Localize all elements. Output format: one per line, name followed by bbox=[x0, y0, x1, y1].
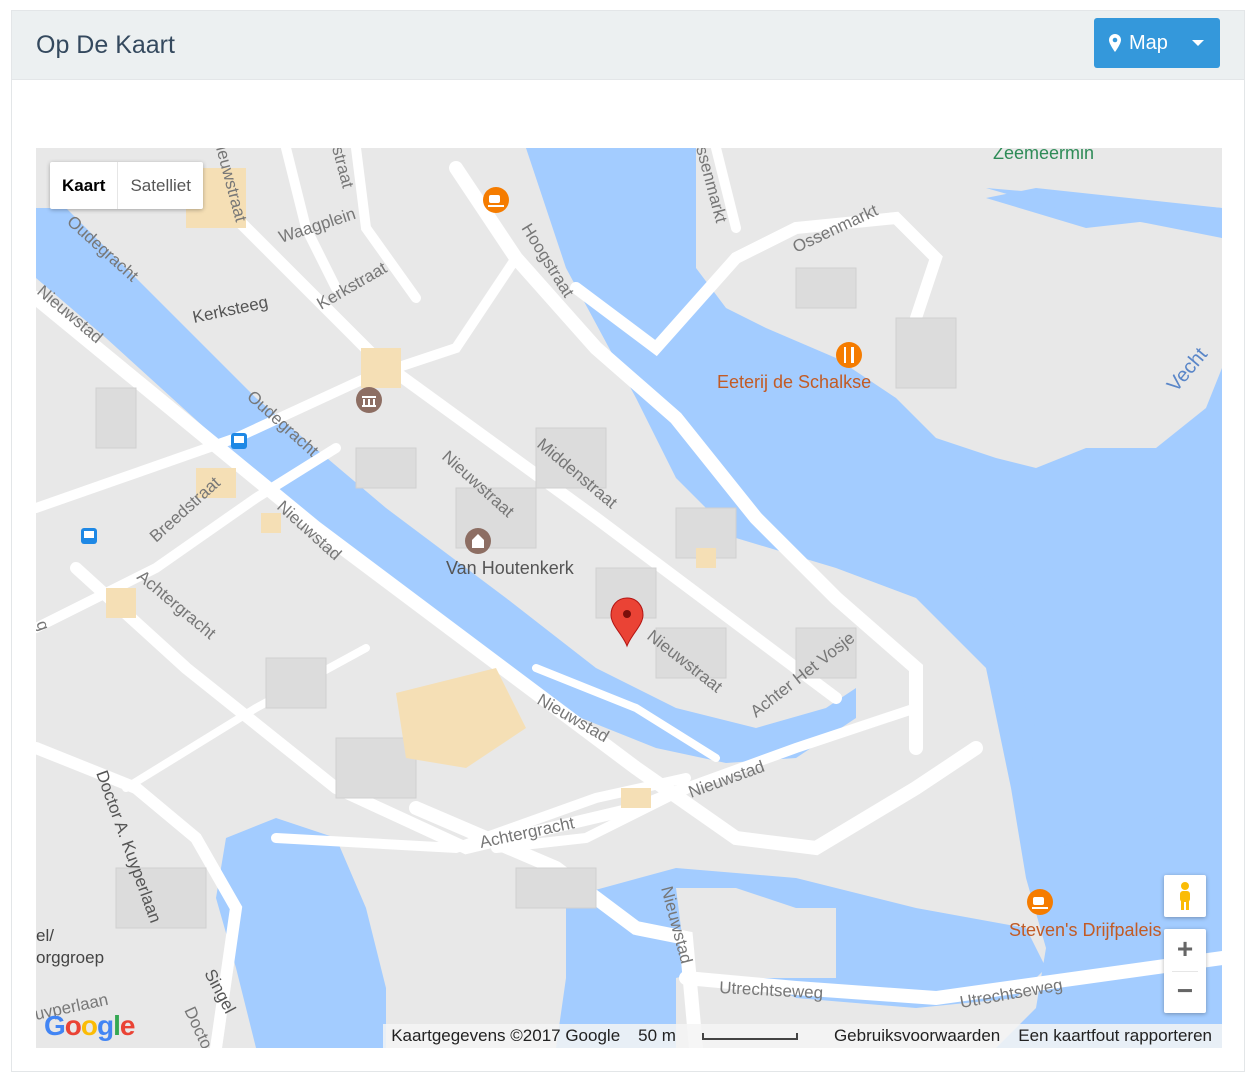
pegman-icon[interactable] bbox=[1164, 875, 1206, 917]
place-label: Eeterij de Schalkse bbox=[717, 372, 871, 392]
scale-label: 50 m bbox=[638, 1026, 676, 1045]
bus-stop-icon[interactable] bbox=[81, 528, 97, 544]
map-type-satellite-button[interactable]: Satelliet bbox=[118, 162, 202, 209]
map-dropdown-button[interactable]: Map bbox=[1094, 18, 1220, 68]
place-label: Steven's Drijfpaleis bbox=[1009, 920, 1162, 940]
coffee-icon[interactable] bbox=[483, 187, 509, 213]
google-map[interactable]: Oudegracht Oudegracht Nieuwstad Nieuwsta… bbox=[36, 148, 1222, 1048]
museum-icon[interactable] bbox=[356, 387, 382, 413]
bus-stop-icon[interactable] bbox=[231, 433, 247, 449]
zoom-control: + − bbox=[1164, 929, 1206, 1013]
map-pin-icon bbox=[1109, 33, 1123, 53]
map-canvas[interactable]: Oudegracht Oudegracht Nieuwstad Nieuwsta… bbox=[36, 148, 1222, 1048]
panel-title: Op De Kaart bbox=[36, 31, 175, 59]
google-logo[interactable]: Google bbox=[44, 1010, 135, 1042]
place-label: Van Houtenkerk bbox=[446, 558, 575, 578]
street-label: orggroep bbox=[36, 948, 104, 967]
scale-bar bbox=[701, 1032, 798, 1040]
zoom-out-button[interactable]: − bbox=[1164, 971, 1206, 1013]
coffee-icon[interactable] bbox=[1027, 889, 1053, 915]
map-button-label: Map bbox=[1129, 31, 1168, 54]
place-label: Zeemeermin bbox=[993, 148, 1094, 163]
report-error-link[interactable]: Een kaartfout rapporteren bbox=[1018, 1026, 1212, 1046]
panel-header: Op De Kaart Map bbox=[12, 11, 1244, 80]
chevron-down-icon[interactable] bbox=[1192, 40, 1204, 46]
church-icon[interactable] bbox=[465, 528, 491, 554]
map-data-attribution: Kaartgegevens ©2017 Google bbox=[391, 1026, 621, 1045]
street-label: el/ bbox=[36, 926, 54, 945]
map-type-kaart-button[interactable]: Kaart bbox=[50, 162, 119, 209]
zoom-in-button[interactable]: + bbox=[1164, 929, 1206, 971]
map-type-control: Kaart Satelliet bbox=[50, 162, 203, 209]
scale-control[interactable]: 50 m bbox=[638, 1026, 816, 1046]
terms-link[interactable]: Gebruiksvoorwaarden bbox=[834, 1026, 1000, 1046]
restaurant-icon[interactable] bbox=[836, 342, 862, 368]
map-attribution: Kaartgegevens ©2017 Google 50 m Gebruiks… bbox=[383, 1024, 1222, 1048]
zoom-divider bbox=[1172, 971, 1198, 972]
